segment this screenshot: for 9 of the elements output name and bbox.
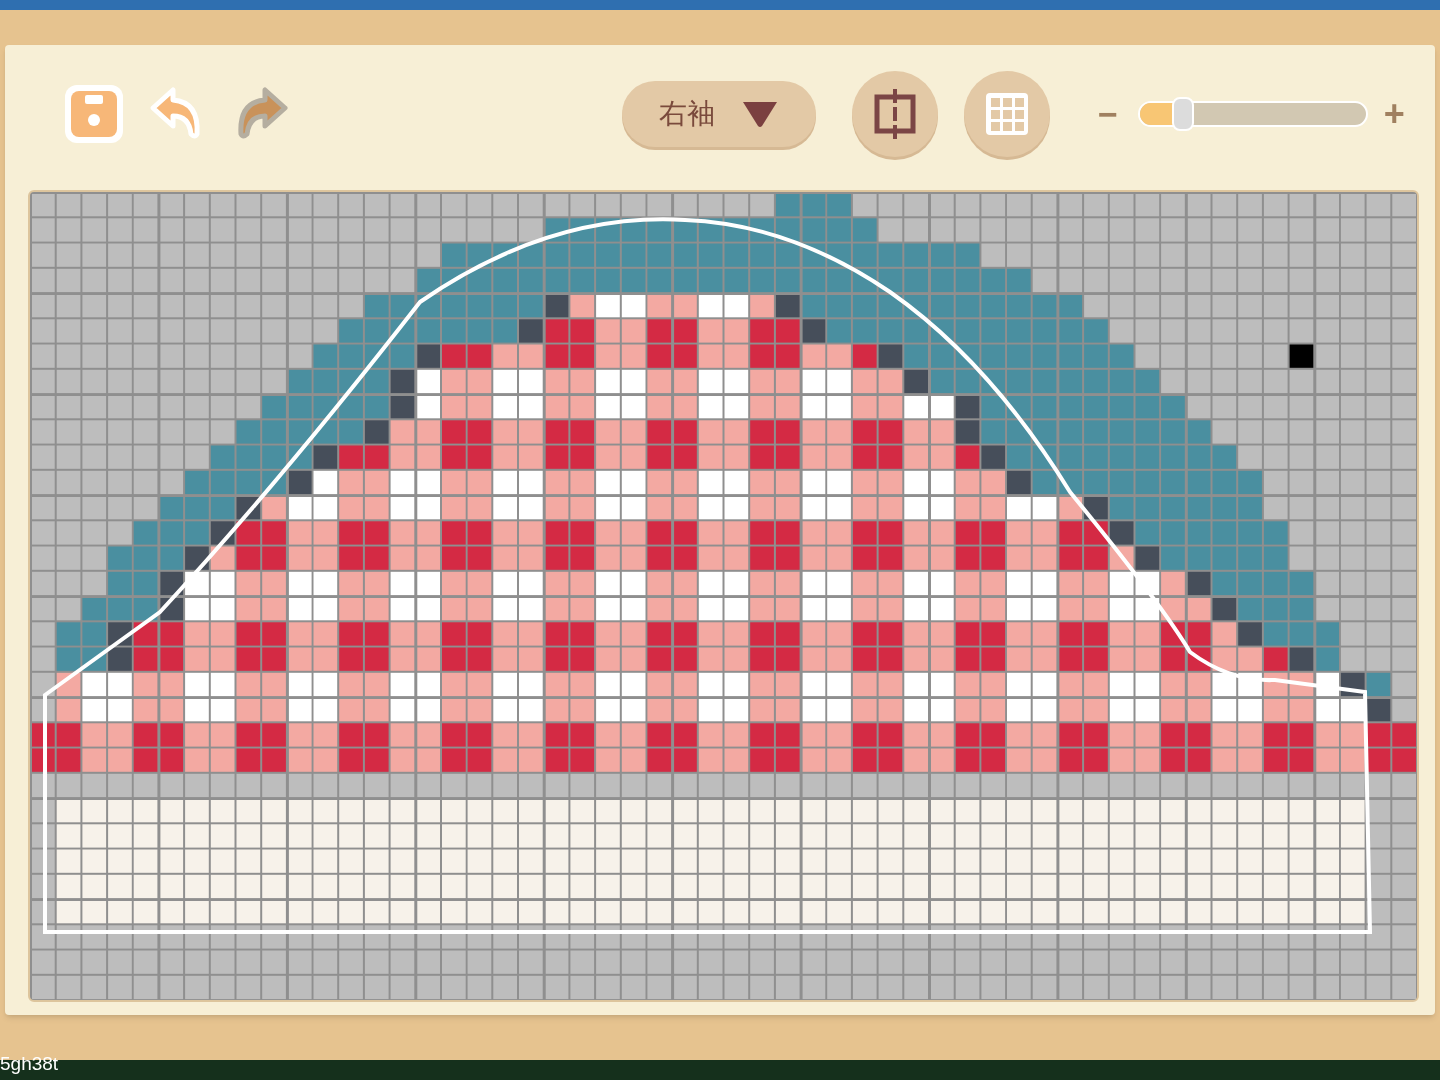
slider-thumb[interactable] <box>1171 96 1194 131</box>
caret-icon <box>741 99 779 128</box>
part-dropdown[interactable]: 右袖 <box>622 80 816 147</box>
zoom-in-button[interactable]: + <box>1383 95 1405 132</box>
mirror-icon <box>873 88 917 139</box>
grid-icon <box>984 90 1030 137</box>
save-icon <box>69 88 119 139</box>
save-button[interactable] <box>65 84 123 143</box>
zoom-out-button[interactable]: − <box>1098 96 1118 131</box>
